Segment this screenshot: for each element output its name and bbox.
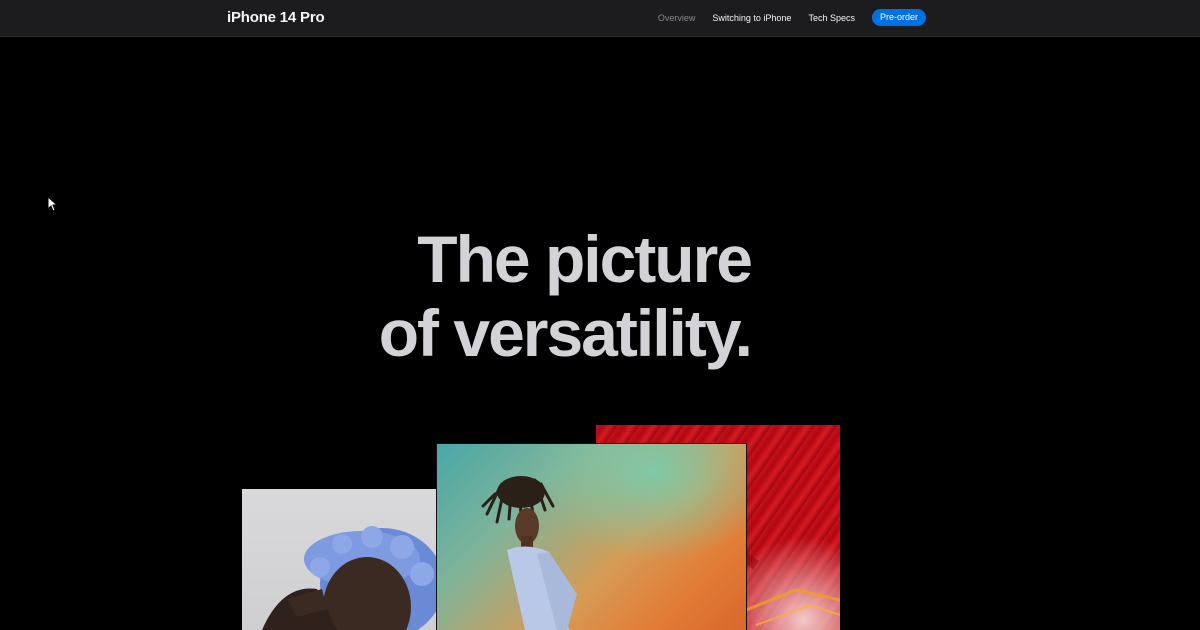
photo-person-colorful-background xyxy=(437,444,746,630)
subnav-link-overview[interactable]: Overview xyxy=(658,13,696,23)
portrait-illustration xyxy=(262,526,438,630)
person-illustration xyxy=(481,476,577,630)
subnav-link-tech-specs[interactable]: Tech Specs xyxy=(808,13,855,23)
subnav-links: Overview Switching to iPhone Tech Specs … xyxy=(658,9,926,26)
headline-line-2: of versatility. xyxy=(378,296,753,370)
product-title[interactable]: iPhone 14 Pro xyxy=(227,9,325,26)
page: iPhone 14 Pro Overview Switching to iPho… xyxy=(0,0,1200,630)
hero-headline: The picture of versatility. xyxy=(300,222,753,370)
photo-portrait-blue-braids xyxy=(242,489,438,630)
preorder-button[interactable]: Pre-order xyxy=(871,9,926,26)
mouse-cursor-icon xyxy=(47,196,57,212)
product-subnav: iPhone 14 Pro Overview Switching to iPho… xyxy=(0,0,1200,37)
subnav-link-switching[interactable]: Switching to iPhone xyxy=(712,13,791,23)
headline-line-1: The picture xyxy=(417,222,753,296)
